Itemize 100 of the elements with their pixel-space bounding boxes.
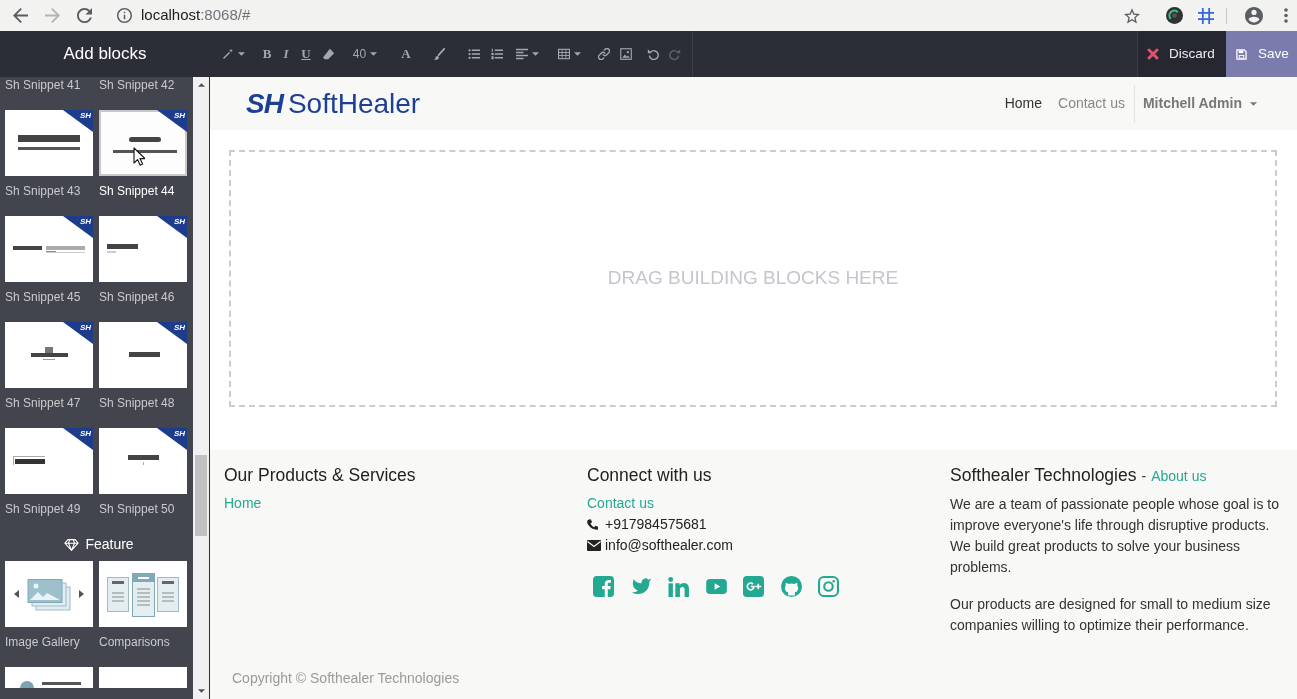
discard-button[interactable]: Discard — [1137, 31, 1226, 77]
close-icon — [1147, 48, 1159, 60]
user-menu[interactable]: Mitchell Admin — [1133, 84, 1265, 123]
corner-badge: SH — [63, 110, 93, 132]
table-icon — [557, 48, 570, 60]
bulleted-list-icon — [468, 48, 480, 60]
caret-icon — [370, 52, 378, 56]
footer-heading: Connect with us — [587, 464, 712, 486]
scroll-down-arrow-icon[interactable] — [197, 689, 205, 693]
account-icon[interactable] — [1245, 6, 1263, 25]
block-preview-drawing — [31, 347, 68, 360]
menu-icon[interactable] — [1284, 8, 1288, 23]
block-preview-drawing — [13, 246, 85, 253]
corner-badge: SH — [63, 322, 93, 344]
snippet-label: Sh Snippet 47 — [5, 395, 81, 411]
redo-icon — [669, 48, 681, 60]
bookmark-star-icon[interactable] — [1124, 7, 1140, 24]
snippet-label: Image Gallery — [5, 634, 80, 650]
footer-paragraph: Our products are designed for small to medium size companies willing to optimize their performance. — [950, 595, 1272, 635]
corner-badge: SH — [157, 110, 187, 132]
link-icon — [598, 48, 610, 60]
snippet-label: Sh Snippet 42 — [99, 77, 175, 93]
bold-button[interactable]: B — [258, 39, 276, 69]
snippet-label: Sh Snippet 44 — [99, 183, 175, 199]
save-button[interactable]: Save — [1226, 31, 1297, 77]
github-icon[interactable] — [780, 576, 802, 597]
info-icon[interactable] — [117, 8, 132, 23]
caret-icon — [573, 52, 581, 56]
snippet-thumbnail[interactable] — [5, 561, 93, 627]
gem-icon — [64, 538, 80, 551]
block-preview-drawing — [13, 456, 45, 465]
paintbrush-icon — [433, 48, 445, 60]
block-preview-drawing — [107, 244, 138, 253]
snippet-thumbnail[interactable]: SH — [99, 322, 187, 388]
snippet-thumbnail[interactable]: SH — [99, 428, 187, 494]
image-icon — [620, 48, 632, 60]
instagram-icon[interactable] — [818, 576, 839, 597]
drop-zone: DRAG BUILDING BLOCKS HERE — [229, 150, 1277, 407]
font-color-button[interactable]: A — [397, 39, 415, 69]
block-preview-drawing — [107, 573, 179, 617]
sidebar-title: Add blocks — [62, 43, 148, 66]
contact-text: info@softhealer.com — [605, 536, 733, 555]
numbered-list-icon — [491, 48, 503, 60]
contact-text: +917984575681 — [605, 515, 707, 534]
caret-icon — [1250, 101, 1257, 106]
twitter-bird-icon[interactable] — [630, 578, 652, 595]
snippet-thumbnail[interactable]: SH — [5, 428, 93, 494]
block-preview-drawing — [18, 135, 80, 150]
google-plus-icon[interactable] — [743, 576, 764, 597]
extension-icon[interactable] — [1166, 7, 1183, 24]
footer-heading: Softhealer Technologies — [950, 464, 1137, 486]
caret-icon — [237, 52, 245, 56]
block-preview-drawing — [128, 455, 159, 465]
section-title: Feature — [85, 535, 134, 554]
scrollbar-thumb[interactable] — [195, 455, 207, 536]
corner-badge: SH — [157, 216, 187, 238]
snippet-thumbnail[interactable] — [5, 667, 93, 688]
reload-icon — [76, 8, 92, 23]
arrow-left-icon — [12, 8, 28, 23]
scroll-up-arrow-icon[interactable] — [197, 83, 205, 87]
snippet-thumbnail[interactable] — [99, 667, 187, 688]
phone-icon — [587, 518, 598, 531]
snippet-thumbnail[interactable]: SH — [99, 110, 187, 176]
youtube-play-icon[interactable] — [705, 579, 727, 594]
logo-text: SoftHealer — [287, 88, 421, 119]
url-text[interactable]: localhost:8068/# — [141, 4, 251, 27]
snippet-label: Sh Snippet 41 — [5, 77, 81, 93]
corner-badge: SH — [63, 428, 93, 450]
caret-icon — [531, 52, 539, 56]
copyright-text: Copyright © Softhealer Technologies — [232, 669, 460, 688]
envelope-icon — [587, 540, 601, 551]
footer-paragraph: We are a team of passionate people whose goal is to improve everyone's life through disruptive products. We build great products to solve your business problems. — [950, 495, 1280, 577]
linkedin-icon[interactable] — [668, 576, 689, 597]
block-preview-drawing — [113, 137, 177, 153]
snippet-thumbnail[interactable]: SH — [99, 216, 187, 282]
snippet-label: Sh Snippet 46 — [99, 289, 175, 305]
font-size-button[interactable]: 40 — [350, 39, 380, 69]
block-preview-drawing — [14, 579, 84, 611]
eraser-icon — [323, 48, 335, 60]
snippet-thumbnail[interactable] — [99, 561, 187, 627]
snippet-thumbnail[interactable]: SH — [5, 216, 93, 282]
underline-button[interactable]: U — [297, 39, 315, 69]
block-preview-drawing — [129, 352, 160, 357]
align-left-icon — [515, 48, 528, 60]
nav-link[interactable]: Home — [996, 93, 1050, 114]
facebook-icon[interactable] — [593, 576, 614, 597]
magic-wand-icon — [221, 48, 234, 60]
footer-heading: Our Products & Services — [224, 464, 416, 486]
snippet-label: Comparisons — [99, 634, 170, 650]
snippet-label: Sh Snippet 45 — [5, 289, 81, 305]
corner-badge: SH — [157, 428, 187, 450]
grid-icon[interactable] — [1198, 7, 1214, 24]
block-preview-drawing — [20, 680, 82, 688]
snippet-thumbnail[interactable]: SH — [5, 110, 93, 176]
corner-badge: SH — [63, 216, 93, 238]
italic-button[interactable]: I — [277, 39, 295, 69]
snippet-label: Sh Snippet 43 — [5, 183, 81, 199]
snippet-thumbnail[interactable]: SH — [5, 322, 93, 388]
snippet-label: Sh Snippet 48 — [99, 395, 175, 411]
undo-icon — [647, 48, 659, 60]
